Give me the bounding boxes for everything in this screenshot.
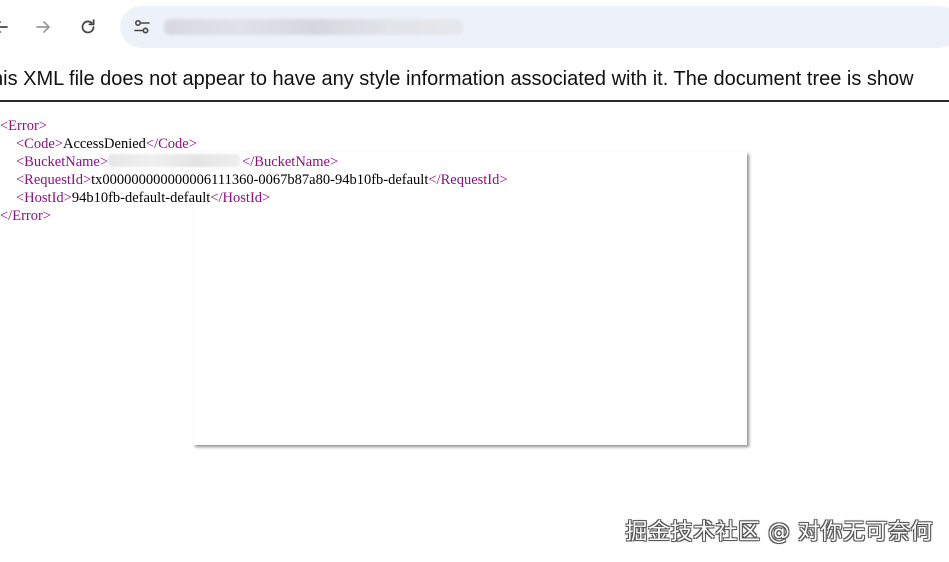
- tag-error-close: </Error>: [0, 208, 51, 224]
- url-redacted: [164, 19, 464, 35]
- tag-bucketname-close: </BucketName>: [242, 154, 339, 170]
- hostid-value: 94b10fb-default-default: [71, 190, 211, 206]
- site-info-button[interactable]: [128, 13, 156, 41]
- watermark: 掘金技术社区 @ 对你无可奈何: [625, 520, 933, 545]
- tag-requestid-open: <RequestId>: [16, 172, 92, 188]
- xml-tree: <Error> <Code>AccessDenied</Code> <Bucke…: [0, 117, 508, 225]
- arrow-left-icon: [0, 21, 8, 33]
- tag-code-close: </Code>: [145, 136, 197, 152]
- xml-info-header: his XML file does not appear to have any…: [0, 56, 949, 102]
- forward-button[interactable]: [28, 12, 58, 42]
- tag-code-open: <Code>: [16, 136, 63, 152]
- xml-line-error-open: <Error>: [0, 117, 508, 135]
- xml-line-code: <Code>AccessDenied</Code>: [0, 135, 508, 153]
- xml-line-bucket-name: <BucketName> </BucketName>: [0, 153, 508, 171]
- tag-hostid-close: </HostId>: [210, 190, 271, 206]
- requestid-value: tx000000000000006111360-0067b87a80-94b10…: [91, 172, 429, 188]
- browser-toolbar: [0, 0, 949, 54]
- back-button[interactable]: [0, 12, 16, 42]
- xml-line-host-id: <HostId>94b10fb-default-default</HostId>: [0, 189, 508, 207]
- tag-requestid-close: </RequestId>: [428, 172, 508, 188]
- reload-icon: [81, 19, 95, 34]
- xml-line-error-close: </Error>: [0, 207, 508, 225]
- tune-icon: [134, 19, 150, 34]
- tag-error-open: <Error>: [0, 118, 47, 134]
- tag-bucketname-open: <BucketName>: [16, 154, 109, 170]
- code-value: AccessDenied: [62, 136, 146, 152]
- xml-line-request-id: <RequestId>tx000000000000006111360-0067b…: [0, 171, 508, 189]
- address-bar[interactable]: [120, 6, 949, 48]
- arrow-right-icon: [36, 21, 50, 33]
- reload-button[interactable]: [73, 12, 103, 42]
- bucketname-redacted: [108, 154, 241, 167]
- browser-window: his XML file does not appear to have any…: [0, 0, 949, 562]
- xml-info-text: his XML file does not appear to have any…: [0, 68, 914, 90]
- tag-hostid-open: <HostId>: [16, 190, 72, 206]
